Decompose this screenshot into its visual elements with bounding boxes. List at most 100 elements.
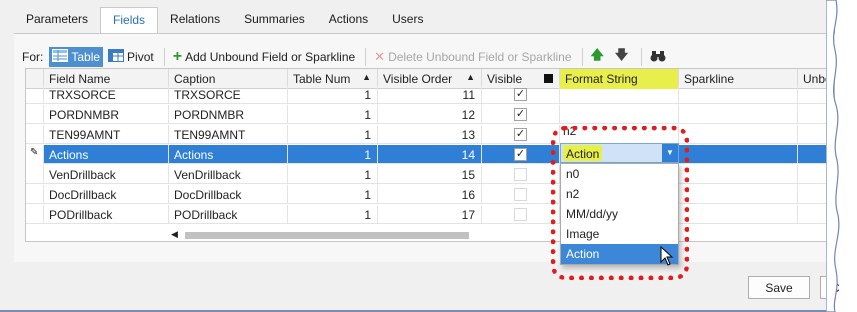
row-indicator[interactable] [26,205,44,224]
field-name-cell[interactable]: Actions [44,145,169,164]
visible-order-cell[interactable]: 15 [378,165,482,184]
header-format-string-label: Format String [565,72,638,86]
tab-fields[interactable]: Fields [100,7,159,34]
field-name-cell[interactable]: DocDrillback [44,185,169,204]
add-unbound-field-label: Add Unbound Field or Sparkline [185,50,356,64]
visible-checkbox[interactable]: ✓ [514,108,527,121]
chevron-down-icon[interactable]: ▼ [662,144,678,162]
caption-cell[interactable]: PORDNMBR [169,105,288,124]
visible-order-cell[interactable]: 14 [378,145,482,164]
visible-cell: ✓ [482,125,560,144]
format-string-combobox[interactable]: Action ▼ [560,143,679,163]
sparkline-cell[interactable] [679,85,798,104]
table-row[interactable]: DocDrillback DocDrillback 1 16 [26,185,834,204]
format-string-cell[interactable] [560,105,679,124]
fields-toolbar: For: Table Pivot + Add Unbound Field or … [18,46,674,68]
sparkline-cell[interactable] [679,145,798,164]
format-string-value[interactable]: Action [563,145,603,161]
delete-unbound-field-button[interactable]: ✕ Delete Unbound Field or Sparkline [371,47,574,67]
visible-checkbox[interactable]: ✓ [514,128,527,141]
tab-relations[interactable]: Relations [158,7,232,33]
field-name-cell[interactable]: VenDrillback [44,165,169,184]
row-indicator[interactable] [26,125,44,144]
tab-users[interactable]: Users [380,7,435,33]
table-num-cell[interactable]: 1 [288,185,378,204]
visible-order-cell[interactable]: 12 [378,105,482,124]
pivot-icon [108,49,125,65]
caption-cell[interactable]: TRXSORCE [169,85,288,104]
edit-pencil-icon[interactable]: ✎ [26,145,44,164]
save-button[interactable]: Save [748,276,810,299]
move-up-button[interactable]: 🡅 [588,47,610,67]
table-num-cell[interactable]: 1 [288,145,378,164]
row-indicator[interactable] [26,85,44,104]
binoculars-icon [650,50,666,65]
row-indicator[interactable] [26,105,44,124]
caption-cell[interactable]: TEN99AMNT [169,125,288,144]
toolbar-separator [365,48,367,66]
caption-cell[interactable]: DocDrillback [169,185,288,204]
scrollbar-thumb[interactable] [185,232,469,239]
visible-checkbox[interactable]: ✓ [514,88,527,101]
table-row[interactable]: VenDrillback VenDrillback 1 15 [26,165,834,184]
row-indicator[interactable] [26,185,44,204]
field-name-cell[interactable]: TEN99AMNT [44,125,169,144]
format-option-image[interactable]: Image [561,224,678,244]
visible-order-cell[interactable]: 17 [378,205,482,224]
table-row[interactable]: ✎ Actions Actions 1 14 ✓ [26,145,834,164]
visible-cell [482,165,560,184]
toolbar-separator [641,48,643,66]
caption-cell[interactable]: VenDrillback [169,165,288,184]
header-visible-order-label: Visible Order [383,72,453,86]
move-down-button[interactable]: 🡇 [612,47,634,67]
format-string-cell[interactable] [560,125,679,144]
visible-order-cell[interactable]: 16 [378,185,482,204]
scroll-left-icon[interactable]: ◀ [171,229,178,240]
table-num-cell[interactable]: 1 [288,125,378,144]
table-view-button[interactable]: Table [49,47,104,67]
pivot-view-label: Pivot [127,50,154,64]
find-button[interactable] [647,47,672,67]
table-row[interactable]: PODrillback PODrillback 1 17 [26,205,834,224]
visible-cell: ✓ [482,105,560,124]
tab-summaries[interactable]: Summaries [232,7,317,33]
add-unbound-field-button[interactable]: + Add Unbound Field or Sparkline [170,47,358,67]
visible-order-cell[interactable]: 11 [378,85,482,104]
sparkline-cell[interactable] [679,185,798,204]
tab-parameters[interactable]: Parameters [14,7,100,33]
visible-order-cell[interactable]: 13 [378,125,482,144]
table-num-cell[interactable]: 1 [288,205,378,224]
header-visible-label: Visible [487,72,523,86]
format-option-n0[interactable]: n0 [561,164,678,184]
table-icon [52,49,69,65]
visible-checkbox[interactable] [514,208,527,221]
table-num-cell[interactable]: 1 [288,165,378,184]
horizontal-scrollbar[interactable]: ◀ [171,229,481,240]
sparkline-cell[interactable] [679,205,798,224]
visible-checkbox[interactable]: ✓ [514,148,527,161]
format-option-n2[interactable]: n2 [561,184,678,204]
caption-cell[interactable]: PODrillback [169,205,288,224]
sparkline-cell[interactable] [679,165,798,184]
format-option-date[interactable]: MM/dd/yy [561,204,678,224]
caption-cell[interactable]: Actions [169,145,288,164]
torn-edge-decoration [826,0,840,312]
table-row[interactable]: TEN99AMNT TEN99AMNT 1 13 ✓ [26,125,834,144]
visible-checkbox[interactable] [514,188,527,201]
tab-actions[interactable]: Actions [317,7,380,33]
sparkline-cell[interactable] [679,105,798,124]
partial-option-n2: n2 [563,124,577,138]
field-name-cell[interactable]: TRXSORCE [44,85,169,104]
row-indicator[interactable] [26,165,44,184]
field-name-cell[interactable]: PODrillback [44,205,169,224]
visible-checkbox[interactable] [514,168,527,181]
table-row[interactable]: TRXSORCE TRXSORCE 1 11 ✓ [26,85,834,104]
delete-x-icon: ✕ [374,49,386,64]
field-name-cell[interactable]: PORDNMBR [44,105,169,124]
table-row[interactable]: PORDNMBR PORDNMBR 1 12 ✓ [26,105,834,124]
sparkline-cell[interactable] [679,125,798,144]
pivot-view-button[interactable]: Pivot [105,47,157,67]
table-num-cell[interactable]: 1 [288,85,378,104]
format-string-cell[interactable] [560,85,679,104]
table-num-cell[interactable]: 1 [288,105,378,124]
